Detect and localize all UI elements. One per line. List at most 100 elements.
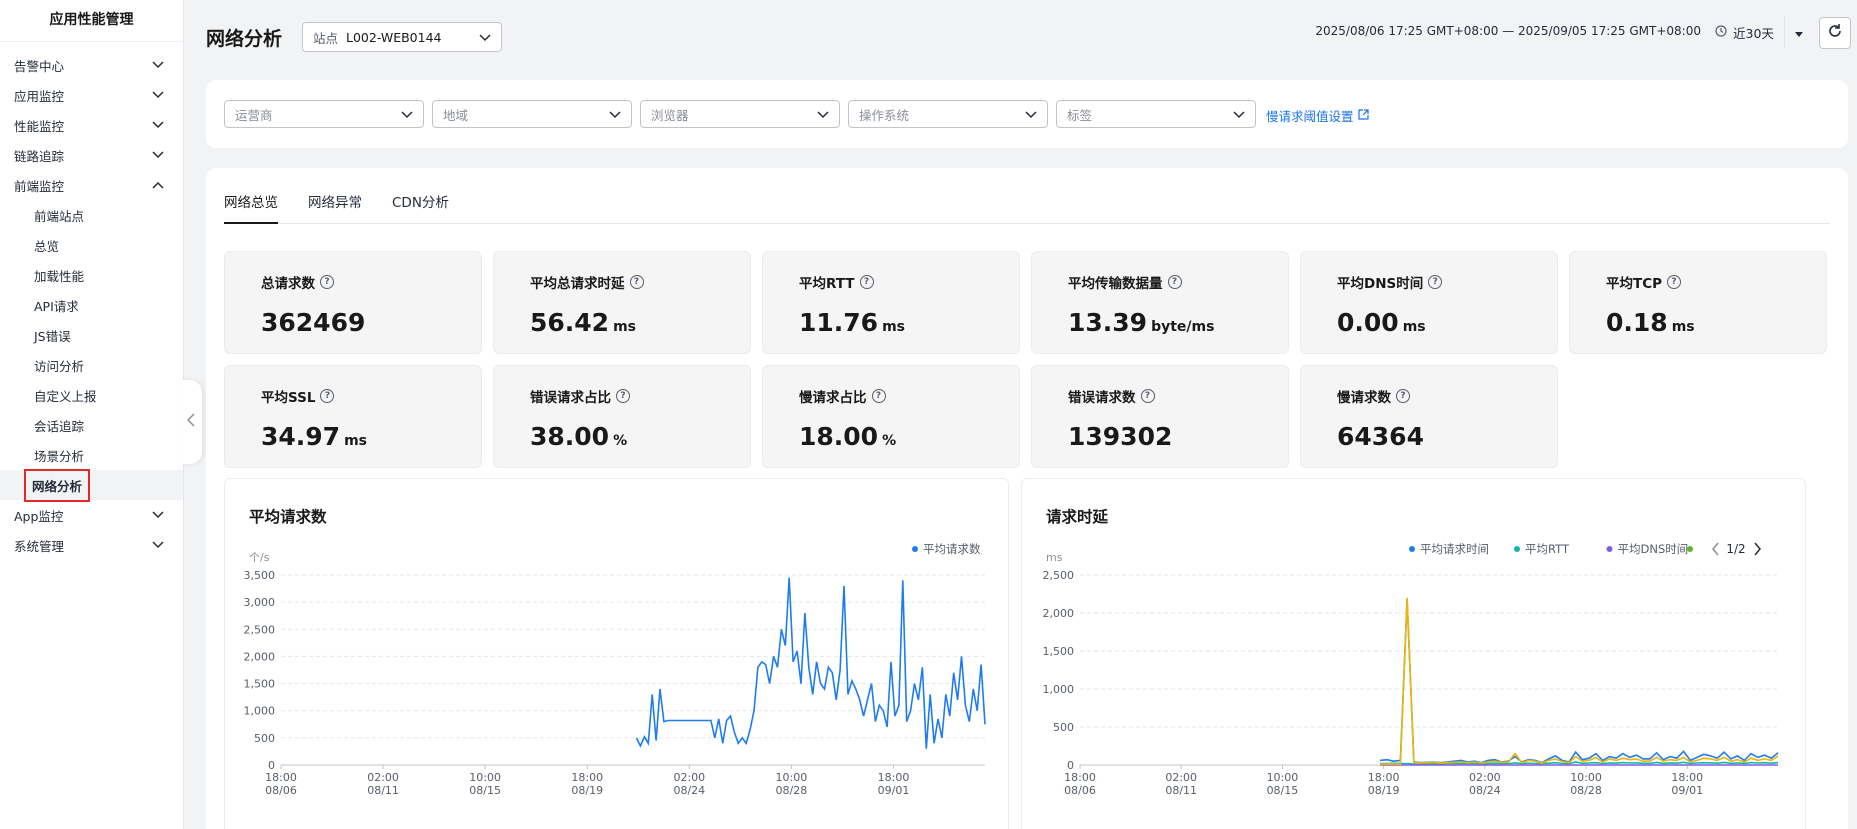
metric-unit: %	[882, 433, 897, 449]
filter-placeholder: 浏览器	[651, 107, 689, 123]
help-icon[interactable]: ?	[871, 389, 886, 403]
site-select[interactable]: 站点 L002-WEB0144	[302, 22, 502, 52]
sidebar-item-label: 链路追踪	[14, 148, 65, 164]
metric-card-avg-tcp: 平均TCP? 0.18 ms	[1569, 251, 1827, 354]
metric-card-avg-rtt: 平均RTT? 11.76 ms	[762, 251, 1020, 354]
filter-placeholder: 运营商	[235, 107, 273, 123]
legend-item: 平均请求时间	[1420, 542, 1489, 556]
slow-threshold-link[interactable]: 慢请求阈值设置	[1266, 106, 1369, 125]
time-range-button[interactable]: 近30天	[1707, 23, 1784, 42]
chevron-down-icon	[151, 118, 165, 132]
metric-card-slow-ratio: 慢请求占比? 18.00%	[762, 365, 1020, 468]
sidebar-item-label: App监控	[14, 508, 64, 524]
chart-card-request-latency: 请求时延 ms 2,500 2,000 1,500 1,000 500 0 18:00 08/0…	[1021, 478, 1806, 829]
sidebar-sub-js-error[interactable]: JS错误	[0, 320, 183, 350]
sidebar-item-label: 性能监控	[14, 118, 65, 134]
chevron-down-icon	[151, 58, 165, 72]
sidebar-sub-api-request[interactable]: API请求	[0, 290, 183, 320]
filter-browser[interactable]: 浏览器	[640, 100, 840, 128]
metric-unit: ms	[882, 319, 905, 335]
help-icon[interactable]: ?	[1428, 275, 1443, 289]
metric-card-avg-dns: 平均DNS时间? 0.00 ms	[1300, 251, 1558, 354]
y-tick-label: 1,000	[244, 705, 276, 718]
x-tick-label: 08/24	[1469, 784, 1501, 797]
sidebar-item-app-monitoring[interactable]: App监控	[0, 500, 183, 530]
help-icon[interactable]: ?	[320, 275, 334, 289]
legend-marker	[1514, 546, 1520, 552]
sidebar-item-tracing[interactable]: 链路追踪	[0, 140, 183, 170]
tab-bar: 网络总览 网络异常 CDN分析	[224, 192, 1830, 224]
x-tick-label: 10:00	[776, 771, 808, 784]
metric-label: 总请求数	[261, 276, 315, 292]
chevron-right-icon	[1754, 542, 1761, 556]
metric-unit: ms	[344, 433, 367, 449]
y-tick-label: 500	[254, 732, 275, 745]
x-tick-label: 08/15	[1267, 784, 1299, 797]
sidebar-sub-frontend-site[interactable]: 前端站点	[0, 200, 183, 230]
metric-unit: ms	[1671, 319, 1695, 335]
sidebar-sub-custom-report[interactable]: 自定义上报	[0, 380, 183, 410]
chevron-down-icon	[401, 107, 413, 122]
x-tick-label: 02:00	[673, 771, 705, 784]
metric-label: 平均传输数据量	[1068, 276, 1163, 292]
series-line	[1380, 599, 1779, 764]
tab-network-exception[interactable]: 网络异常	[308, 192, 362, 224]
filter-placeholder: 操作系统	[859, 107, 910, 123]
metric-label: 错误请求数	[1068, 390, 1136, 406]
filter-os[interactable]: 操作系统	[848, 100, 1048, 128]
help-icon[interactable]: ?	[1167, 275, 1182, 289]
tab-network-overview[interactable]: 网络总览	[224, 192, 278, 224]
y-tick-label: 500	[1053, 721, 1074, 734]
tab-cdn-analysis[interactable]: CDN分析	[392, 192, 449, 224]
x-tick-label: 08/24	[673, 784, 705, 797]
help-icon[interactable]: ?	[629, 275, 644, 289]
x-tick-label: 18:00	[878, 771, 910, 784]
sidebar-item-frontend-monitor[interactable]: 前端监控	[0, 170, 183, 200]
x-tick-label: 08/15	[469, 784, 501, 797]
refresh-button[interactable]	[1819, 17, 1851, 49]
sidebar-sub-session-trace[interactable]: 会话追踪	[0, 410, 183, 440]
sidebar-sub-scene-analysis[interactable]: 场景分析	[0, 440, 183, 470]
help-icon[interactable]: ?	[320, 389, 335, 403]
metric-label: 平均总请求时延	[530, 276, 625, 292]
caret-down-icon	[1794, 25, 1803, 40]
filter-placeholder: 地域	[443, 107, 469, 123]
series-line	[635, 577, 986, 749]
time-range-picker[interactable]: 近30天	[1707, 17, 1812, 47]
sidebar-collapse-button[interactable]	[180, 380, 202, 464]
metric-label: 平均TCP	[1606, 276, 1663, 292]
y-tick-label: 2,500	[1043, 569, 1075, 582]
sidebar-item-alert-center[interactable]: 告警中心	[0, 50, 183, 80]
sidebar-sub-visit-analysis[interactable]: 访问分析	[0, 350, 183, 380]
page-title: 网络分析	[206, 28, 283, 50]
sidebar-sub-load-perf[interactable]: 加载性能	[0, 260, 183, 290]
time-range-label: 近30天	[1733, 25, 1774, 41]
help-icon[interactable]: ?	[616, 389, 630, 403]
filter-region[interactable]: 地域	[432, 100, 632, 128]
sidebar-sub-overview[interactable]: 总览	[0, 230, 183, 260]
metric-label: 慢请求占比	[799, 390, 867, 406]
sidebar-item-system-manage[interactable]: 系统管理	[0, 530, 183, 560]
sidebar-item-perf-monitor[interactable]: 性能监控	[0, 110, 183, 140]
sidebar-item-app-monitor[interactable]: 应用监控	[0, 80, 183, 110]
metric-card-avg-ssl: 平均SSL? 34.97 ms	[224, 365, 482, 468]
time-range-dropdown[interactable]	[1784, 17, 1812, 47]
legend-item: 平均请求数	[923, 542, 981, 556]
help-icon[interactable]: ?	[1396, 389, 1410, 403]
y-axis-label: ms	[1046, 551, 1063, 564]
chevron-up-icon	[151, 178, 165, 192]
filter-carrier[interactable]: 运营商	[224, 100, 424, 128]
x-tick-label: 02:00	[1165, 771, 1197, 784]
filter-tag[interactable]: 标签	[1056, 100, 1256, 128]
metric-value: 139302	[1068, 422, 1173, 451]
help-icon[interactable]: ?	[859, 275, 874, 289]
chart-card-avg-requests: 平均请求数 个/s 3,500 3,000 2,500 2,000 1,500 1,000 5…	[224, 478, 1009, 829]
metric-value: 11.76	[799, 308, 879, 337]
sidebar-title: 应用性能管理	[0, 0, 183, 42]
x-tick-label: 09/01	[1671, 784, 1703, 797]
metric-unit: ms	[613, 319, 636, 335]
sidebar-sub-network-analysis[interactable]: 网络分析	[0, 468, 183, 502]
sidebar-sub-label: 网络分析	[24, 468, 91, 502]
help-icon[interactable]: ?	[1140, 389, 1155, 403]
help-icon[interactable]: ?	[1667, 275, 1682, 289]
